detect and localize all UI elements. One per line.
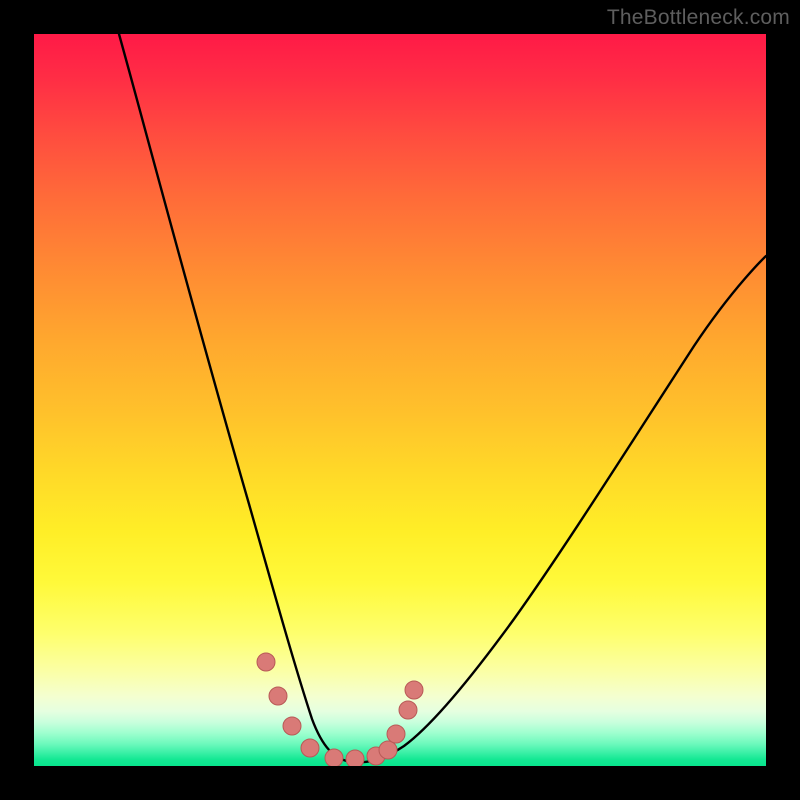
chart-frame: TheBottleneck.com [0,0,800,800]
marker-dot [301,739,319,757]
watermark-text: TheBottleneck.com [607,6,790,30]
marker-dot [325,749,343,766]
marker-dot [283,717,301,735]
bottleneck-curve [119,34,766,762]
plot-area [34,34,766,766]
marker-dot [405,681,423,699]
bottleneck-curve-svg [34,34,766,766]
marker-dot [269,687,287,705]
marker-dot [387,725,405,743]
marker-dot [379,741,397,759]
marker-dot [399,701,417,719]
marker-dot [257,653,275,671]
marker-dot [346,750,364,766]
